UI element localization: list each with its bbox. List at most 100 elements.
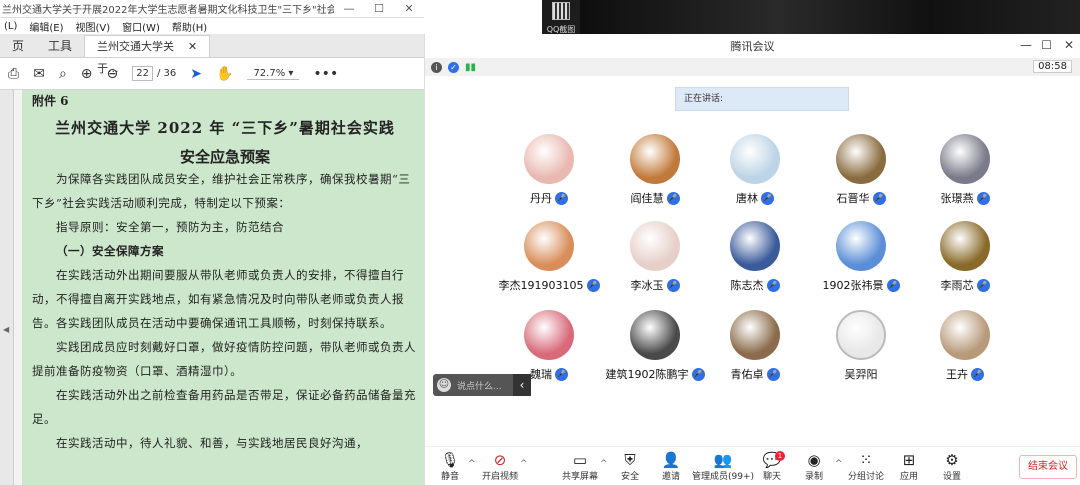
gear-icon: ⚙ [945,451,959,469]
avatar [524,134,574,184]
page-number-input[interactable]: 22 [132,66,153,81]
mic-status-icon: 🎤 [761,191,774,205]
share-screen-button[interactable]: ▭ 共享屏幕 [555,451,605,482]
email-icon[interactable]: ✉ [33,66,45,82]
chat-badge: 1 [775,451,785,461]
avatar [524,221,574,271]
avatar [730,134,780,184]
participant-tile[interactable]: 唐林 🎤 [695,134,815,214]
page-up-icon[interactable]: ⊕ [81,66,93,82]
record-icon: ◉ [807,451,821,469]
participant-name-row: 陈志杰 🎤 [695,277,815,293]
participant-tile[interactable]: 丹丹 🎤 [489,134,609,214]
menu-help[interactable]: 帮助(H) [172,19,207,34]
meeting-title: 腾讯会议 [730,40,775,53]
emoji-icon[interactable]: ☺ [437,378,451,392]
avatar [940,310,990,360]
video-button[interactable]: ⊘ 开启视频 [475,451,525,482]
pdf-viewer-window: 兰州交通大学关于开展2022年大学生志愿者暑期文化科技卫生"三下乡"社会实践和"… [0,0,424,485]
participant-name-row: 吴羿阳 [801,366,921,382]
avatar [836,221,886,271]
maximize-icon[interactable]: ☐ [1041,38,1052,52]
participant-tile[interactable]: 李雨芯 🎤 [905,221,1025,301]
participant-tile[interactable]: 青佑卓 🎤 [695,310,815,390]
settings-button[interactable]: ⚙ 设置 [927,451,977,482]
menu-file[interactable]: (L) [4,21,17,32]
participant-tile[interactable]: 张璟燕 🎤 [905,134,1025,214]
tab-document-label: 兰州交通大学关于... [97,40,175,75]
participant-tile[interactable]: 石晋华 🎤 [801,134,921,214]
zoom-select[interactable]: 72.7% ▾ [247,68,300,80]
share-screen-icon: ▭ [572,451,588,469]
participant-name-row: 张璟燕 🎤 [905,190,1025,206]
paragraph: 在实践活动外出之前检查备用药品是否带足，保证必备药品储备量充足。 [32,388,416,426]
participant-name: 魏瑞 [530,368,552,381]
page-down-icon[interactable]: ⊖ [107,66,119,82]
participant-name: 阎佳慧 [630,192,664,205]
mic-status-icon: 🎤 [976,278,990,292]
qq-screenshot-icon [552,2,570,20]
tab-tools[interactable]: 工具 [36,35,84,57]
pdf-side-panel-toggle[interactable]: ◀ [0,90,14,485]
video-options-caret-icon[interactable]: ^ [520,459,528,469]
hand-tool-icon[interactable]: ✋ [216,66,233,82]
chat-input-bar[interactable]: ☺ 说点什么... ‹ [433,374,531,396]
paragraph: 指导原则：安全第一，预防为主，防范结合 [56,220,284,234]
speaking-indicator: 正在讲话: [675,87,849,111]
minimize-icon[interactable]: — [1020,38,1032,52]
participant-name: 丹丹 [530,192,552,205]
participant-tile[interactable]: 王卉 🎤 [905,310,1025,390]
meeting-title-bar: 腾讯会议 — ☐ ✕ [425,34,1080,58]
participant-tile[interactable]: 陈志杰 🎤 [695,221,815,301]
expand-panel-icon[interactable]: ◀ [3,325,9,334]
participant-tile[interactable]: 吴羿阳 [801,310,921,390]
participant-tile[interactable]: 1902张祎景 🎤 [801,221,921,301]
participant-tile[interactable]: 李杰191903105 🎤 [489,221,609,301]
avatar [630,310,680,360]
close-icon[interactable]: ✕ [1064,38,1074,52]
settings-label: 设置 [942,472,961,482]
menu-view[interactable]: 视图(V) [76,19,111,34]
collapse-chat-icon[interactable]: ‹ [513,374,531,396]
pdf-title-bar: 兰州交通大学关于开展2022年大学生志愿者暑期文化科技卫生"三下乡"社会实践和"… [0,0,424,18]
avatar [730,221,780,271]
pdf-toolbar: ⎙ ✉ ⌕ ⊕ ⊖ 22 / 36 ➤ ✋ 72.7% ▾ ••• [0,58,424,90]
more-icon[interactable]: ••• [313,66,338,82]
participant-name: 1902张祎景 [822,279,884,292]
shield-icon[interactable]: ✓ [448,61,459,73]
minimize-icon[interactable]: — [334,2,364,15]
meeting-status-bar: i ✓ ▮▮ 08:58 [425,58,1080,76]
meeting-timer: 08:58 [1033,60,1072,73]
signal-icon[interactable]: ▮▮ [465,62,476,73]
record-button[interactable]: ◉ 录制 [789,451,839,482]
select-cursor-icon[interactable]: ➤ [190,66,202,82]
participant-name: 张璟燕 [940,192,974,205]
paragraph: 在实践活动外出期间要服从带队老师或负责人的安排，不得擅自行动，不得擅自离开实践地… [32,268,404,330]
pdf-menu-bar: (L) 编辑(E) 视图(V) 窗口(W) 帮助(H) [0,18,424,34]
maximize-icon[interactable]: ☐ [364,2,394,15]
menu-edit[interactable]: 编辑(E) [29,19,63,34]
participant-name: 陈志杰 [730,279,764,292]
tab-close-icon[interactable]: ✕ [188,36,197,57]
end-meeting-button[interactable]: 结束会议 [1019,455,1077,479]
print-icon[interactable]: ⎙ [8,66,19,82]
avatar [836,310,886,360]
qq-screenshot-shortcut[interactable]: QQ截图 [542,0,580,34]
participant-name: 李雨芯 [940,279,974,292]
paragraph: 为保障各实践团队成员安全，维护社会正常秩序，确保我校暑期“三下乡”社会实践活动顺… [32,172,411,210]
search-icon[interactable]: ⌕ [59,66,67,82]
pdf-tab-bar: 页 工具 兰州交通大学关于... ✕ [0,34,424,75]
info-icon[interactable]: i [431,61,442,73]
participant-name-row: 唐林 🎤 [695,190,815,206]
menu-window[interactable]: 窗口(W) [122,19,160,34]
doc-title-line1: 兰州交通大学 2022 年 “三下乡”暑期社会实践 [55,119,395,137]
participant-name-row: 李杰191903105 🎤 [489,277,609,293]
video-label: 开启视频 [481,472,518,482]
tab-home[interactable]: 页 [0,35,36,57]
tab-document[interactable]: 兰州交通大学关于... ✕ [84,35,211,75]
pdf-page-content: 附件 6 兰州交通大学 2022 年 “三下乡”暑期社会实践 安全应急预案 为保… [22,90,424,485]
avatar [630,134,680,184]
participant-name: 李冰玉 [630,279,664,292]
paragraph: 在实践活动中，待人礼貌、和善，与实践地居民良好沟通， [56,436,368,450]
close-icon[interactable]: ✕ [394,2,424,15]
